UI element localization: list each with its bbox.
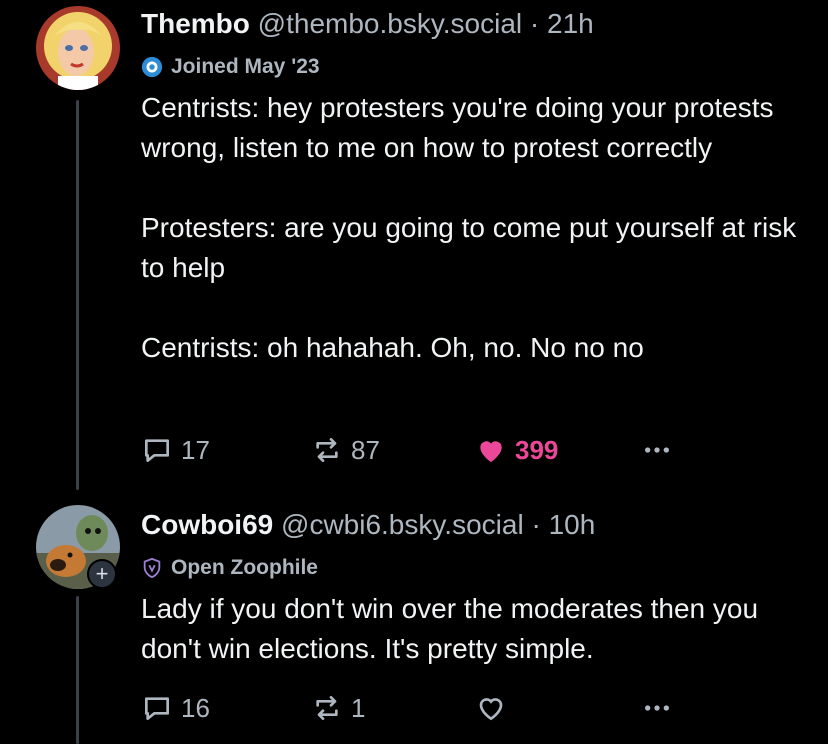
repost-count: 87 xyxy=(351,434,380,465)
repost-button[interactable]: 87 xyxy=(311,432,380,468)
bluesky-verified-badge-icon xyxy=(141,56,163,78)
post-timestamp[interactable]: 21h xyxy=(547,8,594,39)
thread-line xyxy=(76,596,79,744)
post-text: Lady if you don't win over the moderates… xyxy=(141,593,759,664)
more-options-icon xyxy=(645,705,669,711)
reply-button[interactable]: 16 xyxy=(141,690,210,726)
like-button[interactable] xyxy=(475,690,515,726)
reply-button[interactable]: 17 xyxy=(141,432,210,468)
author-display-name[interactable]: Cowboi69 xyxy=(141,509,273,540)
post-timestamp[interactable]: 10h xyxy=(549,509,596,540)
post-actions: 17 87 399 xyxy=(141,432,701,468)
repost-count: 1 xyxy=(351,692,366,723)
author-handle[interactable]: @cwbi6.bsky.social xyxy=(281,509,524,540)
more-options-icon xyxy=(645,447,669,453)
separator-dot: · xyxy=(529,8,540,39)
thread-line xyxy=(76,100,79,490)
like-button[interactable]: 399 xyxy=(475,432,558,468)
label-text: Open Zoophile xyxy=(171,556,318,579)
post-text: Centrists: hey protesters you're doing y… xyxy=(141,92,797,363)
shield-label-icon xyxy=(143,557,161,579)
reply-count: 16 xyxy=(181,692,210,723)
more-options-button[interactable] xyxy=(641,690,673,726)
cartoon-blonde-woman-avatar-icon xyxy=(36,6,120,90)
author-handle[interactable]: @thembo.bsky.social xyxy=(258,8,522,39)
more-options-button[interactable] xyxy=(641,432,673,468)
repost-button[interactable]: 1 xyxy=(311,690,365,726)
reply-count: 17 xyxy=(181,434,210,465)
author-display-name[interactable]: Thembo xyxy=(141,8,250,39)
profile-badge: Joined May '23 xyxy=(141,54,811,80)
profile-label[interactable]: Open Zoophile xyxy=(141,555,811,581)
heart-filled-icon xyxy=(480,441,502,462)
reply-icon xyxy=(145,697,169,720)
avatar[interactable] xyxy=(36,6,120,90)
reply-icon xyxy=(145,439,169,462)
badge-text: Joined May '23 xyxy=(171,55,320,78)
post-actions: 16 1 xyxy=(141,690,701,726)
follow-button[interactable]: + xyxy=(87,559,117,589)
repost-icon xyxy=(316,438,338,462)
repost-icon xyxy=(316,696,338,720)
separator-dot: · xyxy=(531,509,541,540)
heart-outline-icon xyxy=(479,698,503,721)
like-count: 399 xyxy=(515,434,559,465)
